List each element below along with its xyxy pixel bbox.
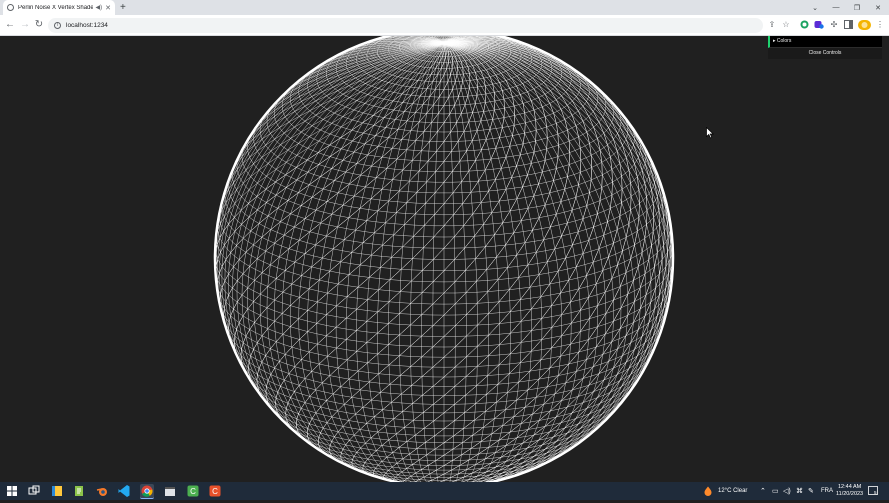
browser-tab[interactable]: Perlin Noise X Vertex Shader ◀) ✕ (3, 0, 115, 15)
pen-icon[interactable]: ✎ (808, 487, 814, 495)
camtasia-green-icon[interactable]: C (186, 484, 200, 498)
minimize-button[interactable]: — (826, 0, 846, 15)
notepad-icon[interactable] (72, 484, 86, 498)
chrome-taskbar-icon[interactable] (140, 484, 154, 499)
reload-icon[interactable]: ↻ (33, 19, 45, 31)
task-view-icon[interactable] (27, 484, 41, 498)
url-text: localhost:1234 (66, 22, 108, 29)
browser-toolbar: ← → ↻ i localhost:1234 ⇪ ☆ ✣ ⋮ (0, 15, 889, 36)
restore-button[interactable]: ❐ (847, 0, 867, 15)
info-icon[interactable]: i (54, 22, 61, 29)
tab-title: Perlin Noise X Vertex Shader (18, 4, 93, 11)
battery-icon[interactable]: ▭ (772, 487, 779, 495)
globe-icon (7, 4, 14, 11)
dat-gui-panel: ▸ Colors Close Controls (768, 36, 882, 59)
wireframe-sphere (213, 36, 675, 482)
weather-icon[interactable] (703, 486, 713, 496)
clock-time[interactable]: 12:44 AM (838, 484, 861, 490)
speaker-icon[interactable]: ◀) (96, 4, 103, 11)
sticky-notes-icon[interactable] (50, 484, 64, 498)
profile-avatar-icon[interactable] (857, 20, 871, 30)
clock-date[interactable]: 11/20/2023 (836, 491, 863, 497)
forward-arrow-icon[interactable]: → (19, 19, 31, 31)
svg-text:C: C (190, 487, 196, 496)
back-arrow-icon[interactable]: ← (4, 19, 16, 31)
weather-text[interactable]: 12°C Clear (718, 488, 747, 494)
browser-tab-strip: Perlin Noise X Vertex Shader ◀) ✕ + ⌄ — … (0, 0, 889, 15)
windows-start-icon[interactable] (7, 486, 17, 496)
extension-green-icon[interactable] (799, 20, 809, 30)
more-menu-icon[interactable]: ⋮ (875, 20, 885, 30)
clapper-app-icon[interactable] (163, 484, 177, 498)
svg-text:C: C (212, 487, 218, 496)
close-controls-button[interactable]: Close Controls (768, 48, 882, 59)
mouse-cursor-icon (706, 127, 714, 139)
close-window-button[interactable]: ✕ (868, 0, 888, 15)
volume-icon[interactable]: ◁) (783, 487, 791, 495)
notification-count: 5 (874, 490, 877, 495)
share-icon[interactable]: ⇪ (767, 20, 777, 30)
colors-folder[interactable]: ▸ Colors (768, 36, 882, 48)
extension-purple-icon[interactable] (814, 20, 824, 30)
windows-taskbar: C C 12°C Clear ⌃ ▭ ◁) ⌘ ✎ FRA 12:44 AM 1… (0, 482, 889, 500)
blender-icon[interactable] (95, 484, 109, 498)
webgl-canvas[interactable]: ▸ Colors Close Controls (0, 36, 889, 482)
extensions-puzzle-icon[interactable]: ✣ (829, 20, 839, 30)
network-icon[interactable]: ⌘ (796, 487, 803, 495)
sphere-mesh-lines (214, 36, 674, 482)
new-tab-button[interactable]: + (120, 1, 126, 14)
language-indicator[interactable]: FRA (821, 488, 833, 494)
tab-close-icon[interactable]: ✕ (105, 4, 111, 12)
side-panel-icon[interactable] (843, 20, 853, 30)
camtasia-red-icon[interactable]: C (208, 484, 222, 498)
bookmark-star-icon[interactable]: ☆ (781, 20, 791, 30)
vscode-icon[interactable] (117, 484, 131, 498)
tray-chevron-icon[interactable]: ⌃ (760, 487, 766, 495)
tab-search-icon[interactable]: ⌄ (805, 0, 825, 15)
address-bar[interactable]: i localhost:1234 (48, 18, 763, 33)
